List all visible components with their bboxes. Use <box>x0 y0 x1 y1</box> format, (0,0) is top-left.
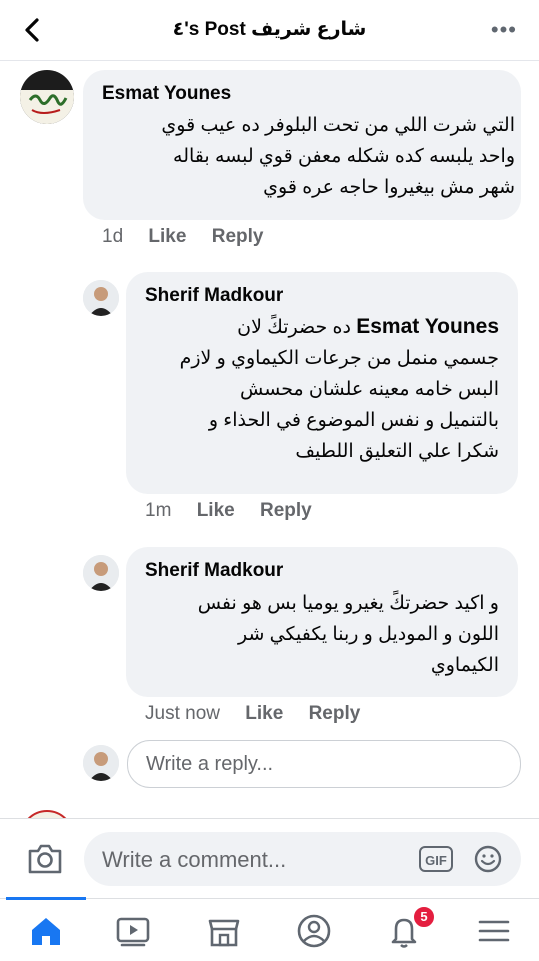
reply-button[interactable]: Reply <box>309 703 361 724</box>
comment-line: جسمي منمل من جرعات الكيماوي و لازم <box>179 348 499 369</box>
comment-text: Esmat Younes ده حضرتكً لان جسمي منمل من … <box>180 311 499 467</box>
comment-author[interactable]: Sherif Madkour <box>145 285 283 307</box>
active-tab-indicator <box>6 897 86 900</box>
like-button[interactable]: Like <box>245 703 283 724</box>
page-title: ٤'s Post شارع شريف <box>172 19 367 40</box>
comment-line: و اكيد حضرتكً يغيرو يوميا بس هو نفس <box>197 593 499 614</box>
comment-meta: 1m Like Reply <box>145 500 332 522</box>
comment-line-text: ده حضرتكً لان <box>237 317 351 338</box>
comment-time: 1d <box>102 226 124 247</box>
avatar[interactable] <box>20 70 74 124</box>
notification-badge: 5 <box>412 905 436 929</box>
comment-author[interactable]: Sherif Madkour <box>145 560 283 582</box>
avatar-photo-image <box>83 745 119 781</box>
comment-text: التي شرت اللي من تحت البلوفر ده عيب قوي … <box>161 110 515 203</box>
avatar[interactable] <box>83 280 119 316</box>
comment-meta: Just now Like Reply <box>145 703 380 725</box>
comment-time: Just now <box>145 703 220 724</box>
comment-line: شكرا علي التعليق اللطيف <box>295 441 499 462</box>
comment-author[interactable]: Esmat Younes <box>102 83 231 105</box>
like-button[interactable]: Like <box>197 500 235 521</box>
reply-button[interactable]: Reply <box>260 500 312 521</box>
comment-line: البس خامه معينه علشان محسش <box>240 379 499 400</box>
ellipsis-icon[interactable]: ••• <box>491 17 517 43</box>
home-icon[interactable] <box>26 911 66 951</box>
gif-button[interactable]: GIF <box>419 846 453 872</box>
comment-line: بالتنميل و نفس الموضوع في الحذاء و <box>208 410 499 431</box>
comment-line: الكيماوي <box>430 655 499 676</box>
comment-time: 1m <box>145 500 172 521</box>
watch-icon[interactable] <box>113 911 153 951</box>
reply-button[interactable]: Reply <box>212 226 264 247</box>
comment-line: التي شرت اللي من تحت البلوفر ده عيب قوي <box>161 115 515 136</box>
current-user-avatar <box>83 745 119 781</box>
comment-input[interactable]: Write a comment... GIF <box>84 832 521 886</box>
avatar-photo-image <box>83 280 119 316</box>
comment-text: و اكيد حضرتكً يغيرو يوميا بس هو نفس اللو… <box>198 588 499 681</box>
reply-input[interactable]: Write a reply... <box>127 740 521 788</box>
avatar-photo-image <box>83 555 119 591</box>
comment-line: اللون و الموديل و ربنا يكفيكي شر <box>238 624 499 645</box>
camera-icon[interactable] <box>26 841 64 877</box>
marketplace-icon[interactable] <box>204 911 244 951</box>
menu-icon[interactable] <box>474 911 514 951</box>
avatar-logo-image <box>20 90 74 124</box>
profile-icon[interactable] <box>294 911 334 951</box>
comment-placeholder: Write a comment... <box>102 847 287 872</box>
comment-meta: 1d Like Reply <box>102 226 283 248</box>
bottom-tab-bar: 5 <box>0 897 539 961</box>
mention-link[interactable]: Esmat Younes <box>356 315 499 338</box>
reply-placeholder: Write a reply... <box>146 753 274 775</box>
comment-line: Esmat Younes ده حضرتكً لان <box>180 311 499 343</box>
comment-composer: Write a comment... GIF <box>0 818 539 899</box>
like-button[interactable]: Like <box>148 226 186 247</box>
comment-line: واحد يلبسه كده شكله معفن قوي لبسه بقاله <box>173 146 515 167</box>
avatar[interactable] <box>83 555 119 591</box>
top-bar: ٤'s Post شارع شريف ••• <box>0 0 539 61</box>
comment-line: شهر مش بيغيروا حاجه عره قوي <box>263 177 515 198</box>
smiley-icon[interactable] <box>473 844 503 874</box>
